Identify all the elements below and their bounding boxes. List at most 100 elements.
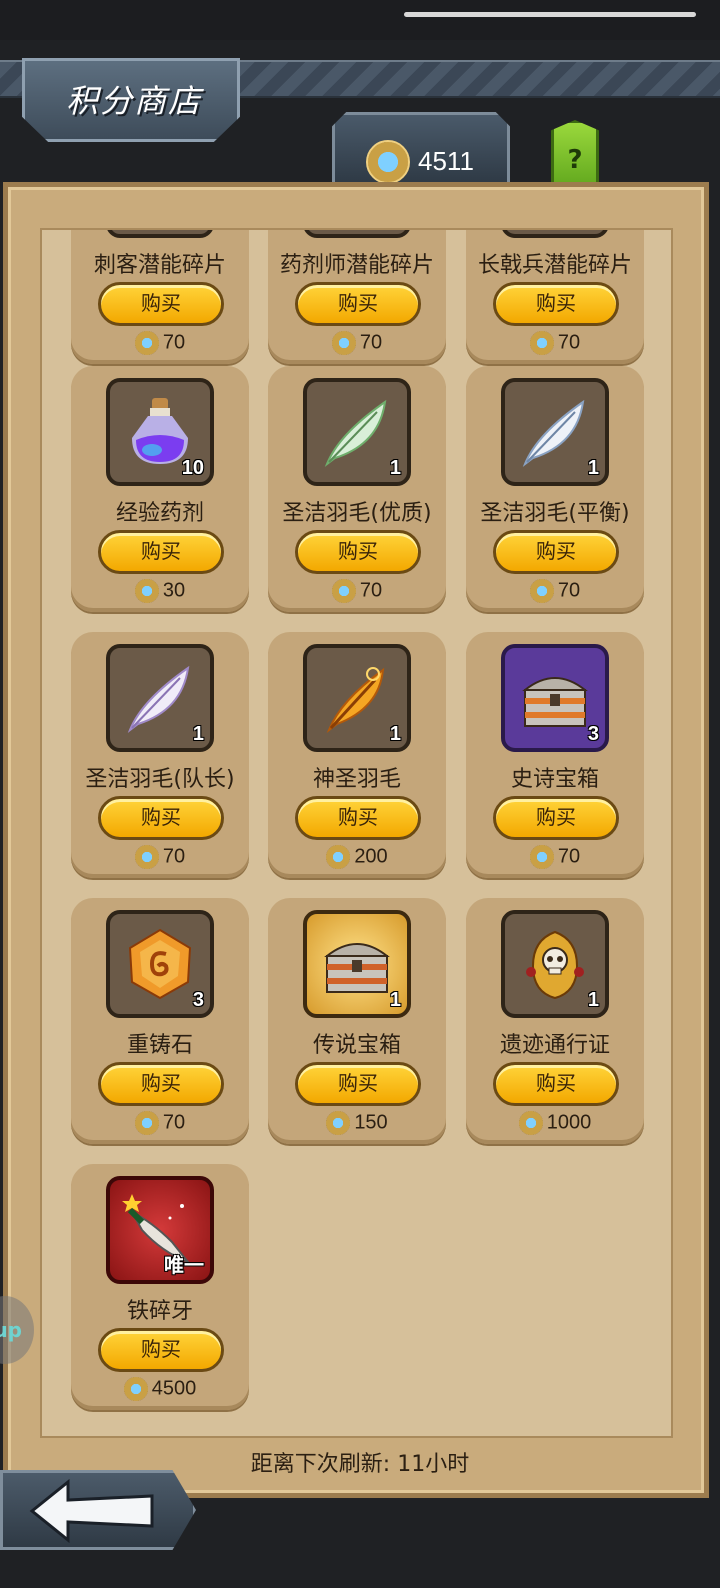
page-title: 积分商店 <box>66 82 203 120</box>
item-frame[interactable]: 1 <box>106 644 214 752</box>
item-name: 圣洁羽毛(队长) <box>85 767 235 792</box>
item-price: 200 <box>268 845 446 871</box>
item-price: 30 <box>71 579 249 605</box>
green-feather-icon <box>324 399 387 467</box>
points-coin-icon <box>134 579 159 603</box>
item-name: 重铸石 <box>126 1033 193 1058</box>
item-quantity: 1 <box>192 723 204 745</box>
item-frame[interactable]: 1 <box>501 910 609 1018</box>
points-coin-icon <box>134 845 159 869</box>
alchemist-shard-icon <box>303 230 411 238</box>
points-coin-icon <box>331 579 356 603</box>
item-quantity: 1 <box>587 457 599 479</box>
buy-button[interactable]: 购买 <box>98 1328 224 1372</box>
status-bar <box>0 0 720 40</box>
item-name: 圣洁羽毛(平衡) <box>480 501 630 526</box>
shop-card: 3 重铸石 购买 70 <box>71 898 249 1144</box>
points-coin-icon <box>529 331 554 355</box>
item-frame[interactable]: 3 <box>106 910 214 1018</box>
item-frame[interactable]: 1 <box>501 378 609 486</box>
purple-feather-icon <box>127 665 190 733</box>
points-coin-icon <box>331 331 356 355</box>
item-quantity: 1 <box>587 989 599 1011</box>
item-quantity: 1 <box>389 989 401 1011</box>
shop-card: 1 神圣羽毛 购买 200 <box>268 632 446 878</box>
item-frame[interactable]: 10 <box>106 378 214 486</box>
item-quantity: 唯一 <box>164 1255 204 1277</box>
item-frame[interactable]: 3 <box>501 644 609 752</box>
item-name: 史诗宝箱 <box>510 767 599 792</box>
item-frame[interactable]: 1 <box>303 378 411 486</box>
item-name: 刺客潜能碎片 <box>93 253 226 278</box>
legend-chest-icon <box>324 943 390 993</box>
help-label: ? <box>567 145 583 175</box>
shop-card: 刺客潜能碎片 购买 70 <box>71 230 249 364</box>
buy-button[interactable]: 购买 <box>295 282 421 326</box>
epic-chest-icon <box>522 677 588 727</box>
item-quantity: 1 <box>389 723 401 745</box>
points-coin-icon <box>529 579 554 603</box>
item-price: 150 <box>268 1111 446 1137</box>
points-coin-icon <box>134 331 159 355</box>
gesture-pill <box>404 12 696 17</box>
item-quantity: 3 <box>587 723 599 745</box>
points-coin-icon <box>123 1377 148 1401</box>
item-frame[interactable]: 唯一 <box>106 1176 214 1284</box>
shop-card: 3 史诗宝箱 购买 70 <box>466 632 644 878</box>
item-price: 70 <box>268 331 446 357</box>
item-frame[interactable]: 1 <box>303 644 411 752</box>
item-price: 70 <box>71 845 249 871</box>
shop-card: 1 圣洁羽毛(优质) 购买 70 <box>268 366 446 612</box>
item-quantity: 1 <box>389 457 401 479</box>
item-frame[interactable]: 1 <box>303 910 411 1018</box>
item-name: 经验药剂 <box>115 501 204 526</box>
relic-pass-icon <box>526 930 584 1000</box>
item-name: 铁碎牙 <box>126 1299 193 1324</box>
buy-button[interactable]: 购买 <box>295 530 421 574</box>
item-quantity: 3 <box>192 989 204 1011</box>
item-name: 圣洁羽毛(优质) <box>282 501 432 526</box>
item-price: 70 <box>466 579 644 605</box>
buy-button[interactable]: 购买 <box>493 282 619 326</box>
buy-button[interactable]: 购买 <box>98 1062 224 1106</box>
shop-card: 1 传说宝箱 购买 150 <box>268 898 446 1144</box>
item-price: 70 <box>268 579 446 605</box>
points-coin-icon <box>326 845 351 869</box>
currency-value: 4511 <box>418 146 474 176</box>
item-price: 70 <box>466 331 644 357</box>
item-price: 1000 <box>466 1111 644 1137</box>
item-price: 4500 <box>71 1377 249 1403</box>
points-coin-icon <box>134 1111 159 1135</box>
buy-button[interactable]: 购买 <box>493 1062 619 1106</box>
reforge-stone-icon <box>128 928 192 1000</box>
item-name: 药剂师潜能碎片 <box>279 253 434 278</box>
item-price: 70 <box>71 331 249 357</box>
buy-button[interactable]: 购买 <box>98 282 224 326</box>
item-name: 传说宝箱 <box>312 1033 401 1058</box>
shop-grid[interactable]: 刺客潜能碎片 购买 70 药剂师潜能碎片 购买 70 长戟兵潜能碎片 购买 70… <box>40 228 673 1438</box>
assassin-shard-icon <box>106 230 214 238</box>
shop-card: 药剂师潜能碎片 购买 70 <box>268 230 446 364</box>
shop-card: 1 遗迹通行证 购买 1000 <box>466 898 644 1144</box>
shop-card: 长戟兵潜能碎片 购买 70 <box>466 230 644 364</box>
back-arrow-icon[interactable] <box>28 1478 158 1544</box>
item-name: 神圣羽毛 <box>312 767 401 792</box>
points-coin-icon <box>529 845 554 869</box>
points-coin-icon <box>326 1111 351 1135</box>
shop-card: 1 圣洁羽毛(平衡) 购买 70 <box>466 366 644 612</box>
buy-button[interactable]: 购买 <box>295 1062 421 1106</box>
shop-card: 10 经验药剂 购买 30 <box>71 366 249 612</box>
halberdier-shard-icon <box>501 230 609 238</box>
white-feather-icon <box>522 399 585 467</box>
buy-button[interactable]: 购买 <box>98 530 224 574</box>
buy-button[interactable]: 购买 <box>493 796 619 840</box>
item-price: 70 <box>71 1111 249 1137</box>
item-name: 长戟兵潜能碎片 <box>477 253 632 278</box>
buy-button[interactable]: 购买 <box>493 530 619 574</box>
buy-button[interactable]: 购买 <box>295 796 421 840</box>
points-coin-icon <box>518 1111 543 1135</box>
item-name: 遗迹通行证 <box>499 1033 610 1058</box>
item-price: 70 <box>466 845 644 871</box>
shop-card: 1 圣洁羽毛(队长) 购买 70 <box>71 632 249 878</box>
buy-button[interactable]: 购买 <box>98 796 224 840</box>
